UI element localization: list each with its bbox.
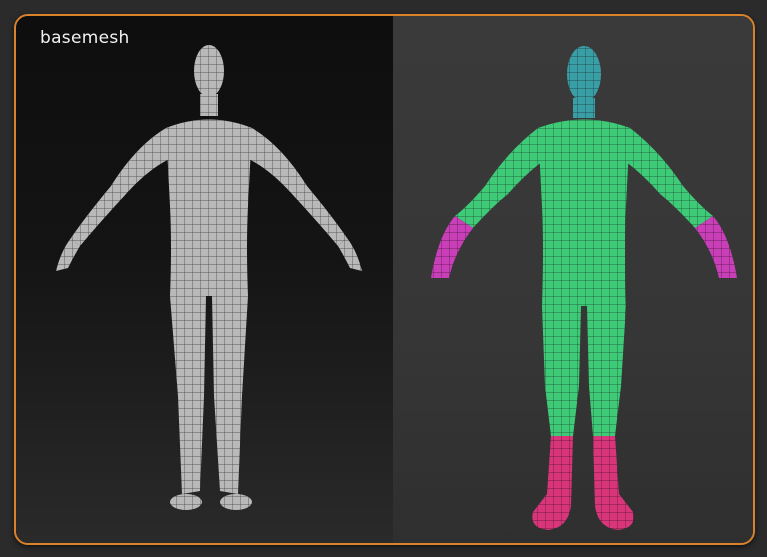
- wireframe-body: [56, 45, 362, 510]
- right-viewport: [393, 16, 753, 543]
- polygroup-body: [431, 46, 737, 530]
- wireframe-figure: [56, 45, 362, 510]
- polygroup-figure: [431, 46, 737, 530]
- left-viewport: basemesh: [16, 16, 393, 543]
- viewport-frame: basemesh: [14, 14, 755, 545]
